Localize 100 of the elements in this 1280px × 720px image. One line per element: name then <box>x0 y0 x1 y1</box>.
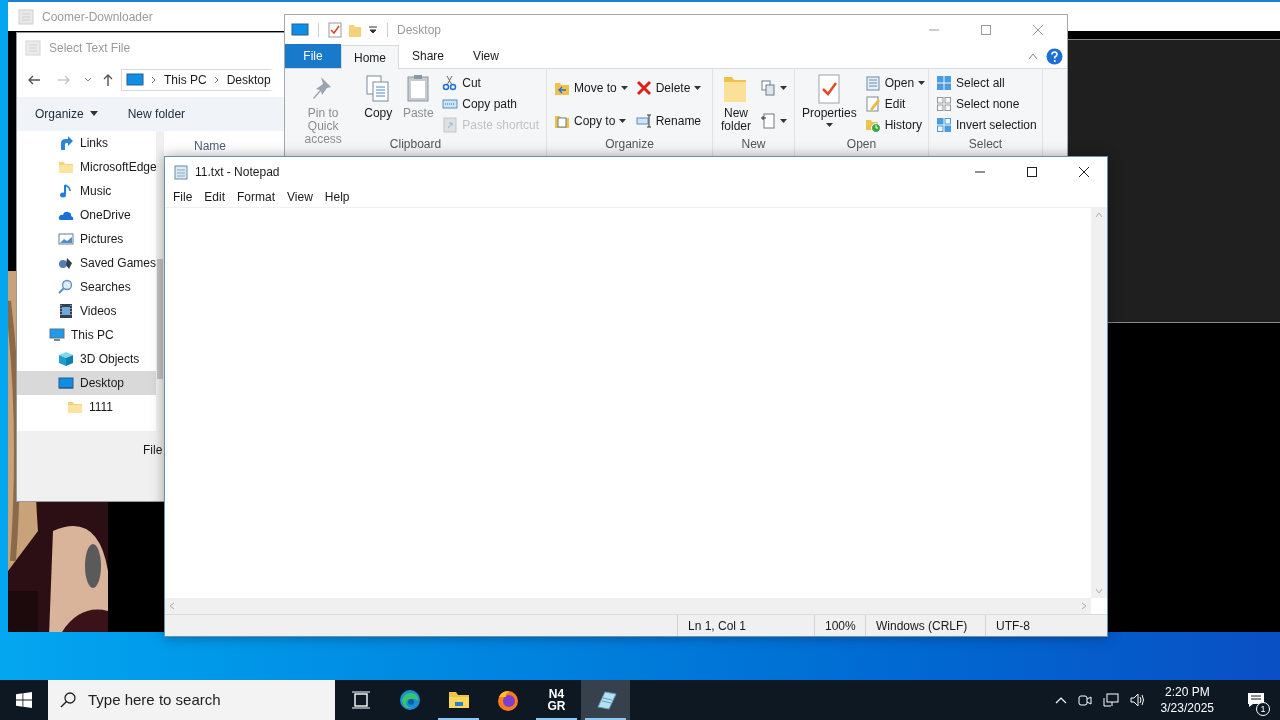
ribbon-button[interactable]: Invert selection <box>933 115 1040 135</box>
tree-item[interactable]: Desktop <box>17 371 156 395</box>
search-field[interactable]: Type here to search <box>88 688 323 712</box>
monitor-icon <box>126 73 144 87</box>
caret-down-icon <box>619 118 627 123</box>
ribbon-button[interactable]: Copy <box>359 71 398 120</box>
help-icon[interactable] <box>1046 47 1063 65</box>
empty-grid-icon <box>936 96 952 112</box>
x-icon <box>635 79 652 96</box>
menu-item[interactable]: Format <box>231 187 282 207</box>
folder-icon <box>58 159 74 175</box>
caret-down-icon <box>825 123 833 127</box>
breadcrumb-item[interactable]: This PC <box>164 71 207 89</box>
ribbon-button[interactable]: Open <box>861 73 929 93</box>
breadcrumb-item[interactable]: Desktop <box>226 71 271 89</box>
notepad-icon <box>594 689 617 711</box>
ribbon-button[interactable]: Edit <box>861 94 929 114</box>
ribbon-button[interactable]: Rename <box>632 110 705 131</box>
tree-item[interactable]: Videos <box>17 299 156 323</box>
ribbon-button[interactable]: Cut <box>439 73 542 93</box>
pencil-page-icon <box>864 96 881 112</box>
fox-globe-icon <box>495 688 520 712</box>
group-label: Organize <box>605 137 654 152</box>
window-title: 11.txt - Notepad <box>195 164 281 181</box>
menu-item[interactable]: Help <box>318 187 356 207</box>
ribbon-button[interactable]: Properties <box>799 71 860 127</box>
notepad-icon <box>864 75 881 91</box>
dialog-icon <box>25 40 41 56</box>
toolbar-button[interactable]: New folder <box>127 105 186 123</box>
monitor-icon <box>291 23 309 37</box>
ribbon-button[interactable]: Select all <box>933 73 1040 93</box>
clipboard-icon <box>442 117 459 133</box>
menu-item[interactable]: File <box>167 187 199 207</box>
tree-item[interactable]: 3D Objects <box>17 347 156 371</box>
caret-down-icon <box>780 85 787 90</box>
status-text: Windows (CRLF) <box>865 615 985 636</box>
caret-down-icon <box>780 118 787 123</box>
tree-item[interactable]: OneDrive <box>17 203 156 227</box>
task-view-icon <box>350 690 371 710</box>
tree-item[interactable]: Pictures <box>17 227 156 251</box>
ribbon-button[interactable]: Select none <box>933 94 1040 114</box>
volume-icon[interactable] <box>1128 692 1147 708</box>
running-indicator <box>585 718 626 720</box>
dialog-title: Select Text File <box>49 40 131 57</box>
caret-down-icon <box>89 111 98 117</box>
folder-icon <box>67 399 83 415</box>
tree-item[interactable]: 1111 <box>17 395 156 419</box>
ribbon-button[interactable]: Copy path <box>439 94 542 114</box>
pages-icon <box>760 79 776 96</box>
taskbar-app-button[interactable]: N4GR <box>532 680 581 720</box>
up-arrow-icon[interactable] <box>101 73 115 87</box>
ribbon-button[interactable]: New folder <box>717 71 755 133</box>
address-bar[interactable]: This PC Desktop <box>121 69 271 91</box>
properties-icon[interactable] <box>328 22 342 38</box>
notification-button[interactable]: 1 <box>1240 680 1272 720</box>
status-text: Ln 1, Col 1 <box>677 615 814 636</box>
folder-clock-icon <box>864 117 881 133</box>
collapse-ribbon-icon[interactable] <box>1028 52 1038 60</box>
ribbon-button[interactable]: Move to <box>551 77 631 98</box>
field-label: File <box>143 443 163 457</box>
picture-frame-icon <box>58 231 74 247</box>
customize-dropdown-icon[interactable] <box>368 25 378 35</box>
chevron-right-icon <box>150 76 158 84</box>
camera-icon[interactable] <box>1076 692 1093 708</box>
tree-item[interactable]: Links <box>17 131 156 155</box>
page-icon <box>760 112 776 129</box>
menu-item[interactable]: View <box>281 187 319 207</box>
app-icon <box>18 8 34 25</box>
scrollbar[interactable] <box>156 131 164 431</box>
ribbon-tab[interactable]: File <box>285 44 341 68</box>
ribbon-tab[interactable]: View <box>457 44 515 68</box>
maximize-icon <box>1027 167 1037 177</box>
taskbar-app-button[interactable] <box>581 680 630 720</box>
tree-item[interactable]: Saved Games <box>17 251 156 275</box>
search-bar[interactable]: Type here to search <box>48 680 335 720</box>
group-label: New <box>741 137 766 152</box>
clock[interactable]: 2:20 PM 3/23/2025 <box>1156 684 1218 716</box>
tree-item[interactable]: This PC <box>17 323 156 347</box>
chevron-right-icon <box>212 76 221 84</box>
ribbon-button[interactable]: Delete <box>632 77 705 98</box>
game-pieces-icon <box>58 255 74 271</box>
tree-item[interactable]: Music <box>17 179 156 203</box>
menu-item[interactable]: Edit <box>198 187 232 207</box>
running-indicator <box>536 718 577 720</box>
magnifier-icon <box>58 279 74 295</box>
group-label: Select <box>968 137 1003 152</box>
toolbar-button[interactable]: Organize <box>35 105 98 123</box>
back-arrow-icon[interactable] <box>27 73 41 87</box>
tree-item[interactable]: MicrosoftEdge <box>17 155 156 179</box>
ribbon-button[interactable]: History <box>861 115 929 135</box>
ribbon-button[interactable]: Copy to <box>551 110 631 131</box>
status-text: 100% <box>814 615 865 636</box>
message-icon <box>1247 692 1265 708</box>
column-header[interactable]: Name <box>194 139 226 153</box>
chevron-up-icon[interactable] <box>1054 696 1067 704</box>
ribbon-tab[interactable]: Home <box>341 45 399 69</box>
tree-item[interactable]: Searches <box>17 275 156 299</box>
network-icon[interactable] <box>1102 692 1119 708</box>
caret-down-icon <box>694 85 702 90</box>
ribbon-tab[interactable]: Share <box>399 44 457 68</box>
